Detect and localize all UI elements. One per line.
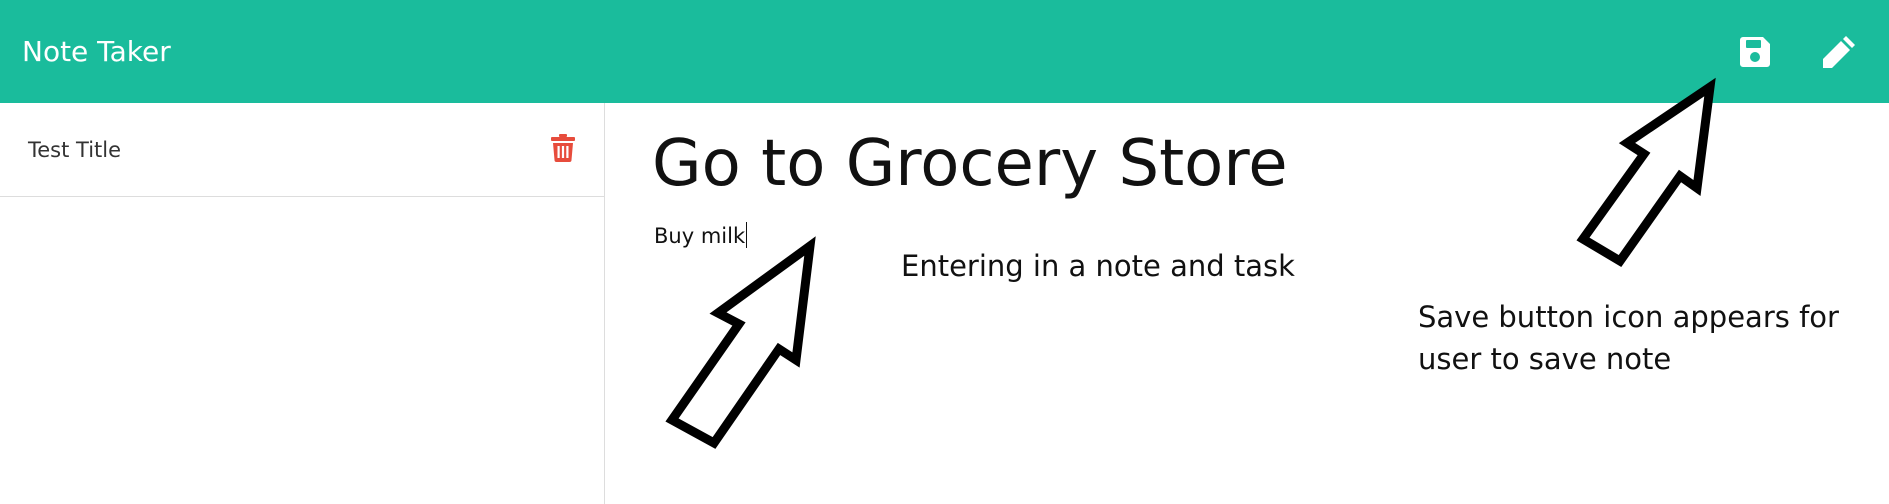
note-list-item[interactable]: Test Title xyxy=(0,103,604,197)
trash-icon xyxy=(551,134,575,165)
note-title-input[interactable]: Go to Grocery Store xyxy=(652,124,1752,204)
save-note-button[interactable] xyxy=(1735,32,1775,72)
note-taker-page: Note Taker Test Title Go to Grocery Stor… xyxy=(0,0,1889,504)
notes-sidebar: Test Title xyxy=(0,103,605,504)
delete-note-button[interactable] xyxy=(548,134,578,166)
arrow-to-note-text-icon xyxy=(665,236,816,449)
app-title[interactable]: Note Taker xyxy=(22,35,171,68)
annotation-note-entry: Entering in a note and task xyxy=(901,249,1295,283)
navbar: Note Taker xyxy=(0,0,1889,103)
note-textarea[interactable]: Buy milk xyxy=(654,221,748,251)
new-note-button[interactable] xyxy=(1819,32,1859,72)
save-icon xyxy=(1738,35,1772,69)
note-text-value: Buy milk xyxy=(654,224,746,248)
pencil-icon xyxy=(1820,33,1858,71)
note-list-item-title[interactable]: Test Title xyxy=(28,138,121,162)
nav-actions xyxy=(1735,32,1859,72)
text-cursor xyxy=(746,222,748,248)
annotation-save-hint: Save button icon appears for user to sav… xyxy=(1418,300,1839,376)
